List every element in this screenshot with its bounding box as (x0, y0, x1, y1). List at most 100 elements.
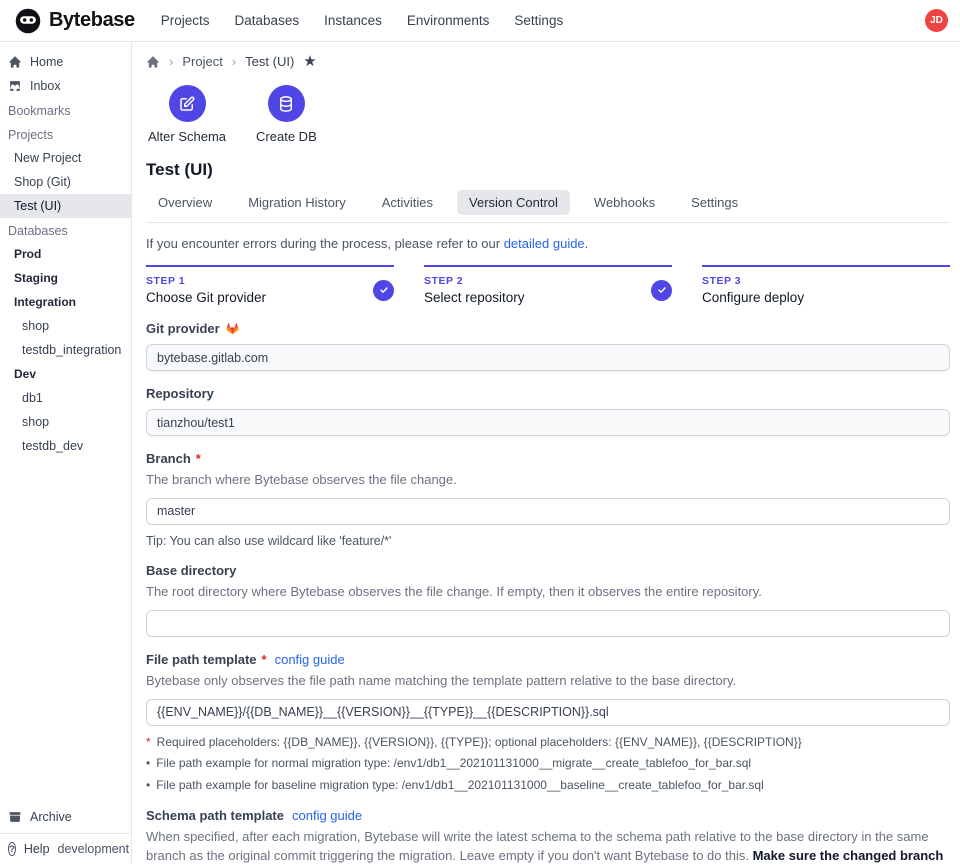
tab-version-control[interactable]: Version Control (457, 190, 570, 215)
step-1-check-icon (373, 280, 394, 301)
create-db-icon (268, 85, 305, 122)
sidebar-env-staging[interactable]: Staging (0, 266, 131, 290)
file-path-template-label: File path template (146, 652, 257, 667)
file-path-note-example-normal: •File path example for normal migration … (146, 756, 950, 772)
step-2-number: STEP 2 (424, 275, 525, 287)
base-directory-field: Base directory The root directory where … (146, 563, 950, 637)
branch-label: Branch (146, 451, 191, 466)
error-help-text: If you encounter errors during the proce… (146, 236, 950, 251)
sidebar-projects-header: Projects (0, 122, 131, 146)
sidebar-db-testdb-dev[interactable]: testdb_dev (0, 434, 131, 458)
favorite-star-icon[interactable]: ★ (303, 54, 316, 69)
branch-required-asterisk: * (196, 451, 201, 466)
schema-path-config-guide-link[interactable]: config guide (292, 808, 362, 823)
sidebar-db-shop-integration[interactable]: shop (0, 314, 131, 338)
detailed-guide-link[interactable]: detailed guide (504, 236, 585, 251)
top-navbar: Bytebase Projects Databases Instances En… (0, 0, 960, 42)
breadcrumb-home-icon[interactable] (146, 55, 160, 69)
step-2: STEP 2 Select repository (424, 265, 672, 305)
page-title: Test (UI) (146, 160, 950, 180)
create-db-button[interactable]: Create DB (256, 85, 317, 144)
sidebar-item-home[interactable]: Home (0, 50, 131, 74)
sidebar-home-label: Home (30, 55, 63, 69)
step-3-title: Configure deploy (702, 290, 804, 305)
main-content: › Project › Test (UI) ★ Alter Schema Cre… (132, 42, 960, 864)
step-1-number: STEP 1 (146, 275, 266, 287)
sidebar-bottom: Archive ? Help development (0, 805, 131, 864)
base-directory-label: Base directory (146, 563, 950, 578)
bytebase-logo-icon (14, 7, 42, 35)
sidebar-item-test-ui[interactable]: Test (UI) (0, 194, 131, 218)
help-icon: ? (8, 842, 16, 856)
sidebar-env-dev[interactable]: Dev (0, 362, 131, 386)
file-path-required-asterisk: * (262, 652, 267, 667)
sidebar-databases-header: Databases (0, 218, 131, 242)
step-1: STEP 1 Choose Git provider (146, 265, 394, 305)
help-label[interactable]: Help (24, 842, 50, 856)
sidebar-item-shop-git[interactable]: Shop (Git) (0, 170, 131, 194)
note-marker: * (146, 735, 151, 751)
version-label: development (58, 842, 136, 856)
base-directory-input[interactable] (146, 610, 950, 637)
inbox-icon (8, 79, 22, 93)
file-path-template-label-row: File path template * config guide (146, 652, 950, 667)
git-provider-field: Git provider (146, 321, 950, 371)
tab-migration-history[interactable]: Migration History (236, 190, 358, 215)
tab-webhooks[interactable]: Webhooks (582, 190, 667, 215)
schema-path-template-label: Schema path template (146, 808, 284, 823)
sidebar-item-bookmarks[interactable]: Bookmarks (0, 98, 131, 122)
note-text: File path example for baseline migration… (156, 778, 764, 794)
note-text: Required placeholders: {{DB_NAME}}, {{VE… (157, 735, 802, 751)
git-provider-label: Git provider (146, 321, 220, 336)
branch-field: Branch * The branch where Bytebase obser… (146, 451, 950, 548)
sidebar-db-shop-dev[interactable]: shop (0, 410, 131, 434)
sidebar-item-new-project[interactable]: New Project (0, 146, 131, 170)
quick-actions: Alter Schema Create DB (146, 79, 950, 156)
repository-field: Repository (146, 386, 950, 436)
git-provider-input[interactable] (146, 344, 950, 371)
git-provider-label-row: Git provider (146, 321, 950, 336)
sidebar-env-prod[interactable]: Prod (0, 242, 131, 266)
note-marker: • (146, 778, 150, 794)
breadcrumb-project[interactable]: Project (182, 54, 222, 69)
error-help-suffix: . (585, 236, 589, 251)
sidebar-help-row: ? Help development (0, 833, 131, 864)
user-avatar[interactable]: JD (925, 9, 948, 32)
gitlab-icon (225, 321, 240, 336)
file-path-config-guide-link[interactable]: config guide (275, 652, 345, 667)
file-path-template-description: Bytebase only observes the file path nam… (146, 672, 950, 691)
branch-input[interactable] (146, 498, 950, 525)
schema-path-template-description: When specified, after each migration, By… (146, 828, 950, 864)
branch-tip: Tip: You can also use wildcard like 'fea… (146, 534, 950, 548)
nav-instances[interactable]: Instances (324, 13, 382, 28)
step-2-check-icon (651, 280, 672, 301)
base-directory-description: The root directory where Bytebase observ… (146, 583, 950, 602)
file-path-template-input[interactable] (146, 699, 950, 726)
breadcrumb: › Project › Test (UI) ★ (146, 50, 950, 79)
left-sidebar: Home Inbox Bookmarks Projects New Projec… (0, 42, 132, 864)
main-nav: Projects Databases Instances Environment… (161, 13, 563, 28)
tab-overview[interactable]: Overview (146, 190, 224, 215)
tab-settings[interactable]: Settings (679, 190, 750, 215)
note-text: File path example for normal migration t… (156, 756, 751, 772)
brand-name: Bytebase (49, 9, 135, 32)
sidebar-db-db1[interactable]: db1 (0, 386, 131, 410)
step-2-title: Select repository (424, 290, 525, 305)
bytebase-logo[interactable]: Bytebase (14, 7, 135, 35)
breadcrumb-separator: › (232, 54, 236, 69)
nav-environments[interactable]: Environments (407, 13, 490, 28)
sidebar-item-inbox[interactable]: Inbox (0, 74, 131, 98)
repository-input[interactable] (146, 409, 950, 436)
nav-databases[interactable]: Databases (235, 13, 300, 28)
alter-schema-button[interactable]: Alter Schema (148, 85, 226, 144)
step-3-number: STEP 3 (702, 275, 804, 287)
sidebar-env-integration[interactable]: Integration (0, 290, 131, 314)
nav-settings[interactable]: Settings (514, 13, 563, 28)
branch-description: The branch where Bytebase observes the f… (146, 471, 950, 490)
nav-projects[interactable]: Projects (161, 13, 210, 28)
sidebar-item-archive[interactable]: Archive (0, 805, 131, 833)
step-3: STEP 3 Configure deploy (702, 265, 950, 305)
archive-icon (8, 810, 22, 824)
tab-activities[interactable]: Activities (370, 190, 445, 215)
sidebar-db-testdb-integration[interactable]: testdb_integration (0, 338, 131, 362)
